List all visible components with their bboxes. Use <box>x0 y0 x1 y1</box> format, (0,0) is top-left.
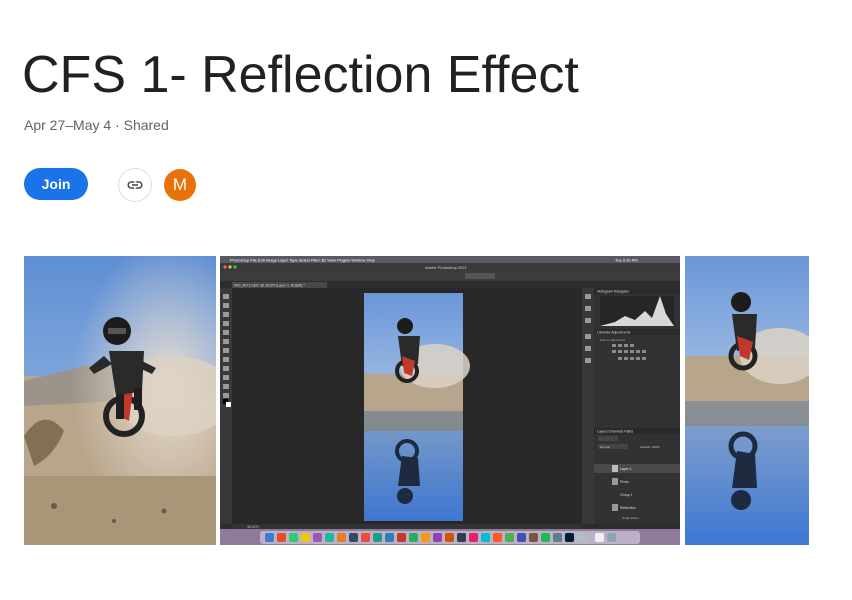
page-title: CFS 1- Reflection Effect <box>22 46 579 104</box>
svg-text:Histogram Navigator: Histogram Navigator <box>597 290 630 294</box>
svg-text:Tue 6:30 PM: Tue 6:30 PM <box>615 258 638 263</box>
attachment-image-photoshop[interactable]: Photoshop File Edit Image Layer Type Sel… <box>220 256 680 545</box>
svg-text:Add an adjustment: Add an adjustment <box>600 338 625 342</box>
svg-text:Libraries Adjustments: Libraries Adjustments <box>597 331 631 335</box>
link-icon <box>127 181 143 189</box>
svg-text:Photoshop File Edit Image: Photoshop File Edit Image Layer Type Sel… <box>230 258 376 263</box>
svg-text:Group 1: Group 1 <box>620 493 633 497</box>
svg-text:Layers Channels Paths: Layers Channels Paths <box>597 430 633 434</box>
join-button[interactable]: Join <box>24 168 88 200</box>
page-subtitle: Apr 27–May 4 · Shared <box>24 117 169 133</box>
svg-text:Adobe Photoshop 2021: Adobe Photoshop 2021 <box>425 265 468 270</box>
reflection-photo <box>685 256 809 545</box>
svg-text:Reflection: Reflection <box>620 506 636 510</box>
svg-text:Layer 1: Layer 1 <box>620 467 632 471</box>
rider-photo <box>24 256 216 545</box>
svg-text:Normal: Normal <box>600 445 610 449</box>
svg-text:Photo: Photo <box>620 480 629 484</box>
svg-text:IMG_8971.HEIC @ 36.6% (Layer 1: IMG_8971.HEIC @ 36.6% (Layer 1, RGB/8) * <box>234 284 305 288</box>
svg-text:Opacity: 100%: Opacity: 100% <box>640 445 660 449</box>
svg-text:36.62%: 36.62% <box>247 525 259 529</box>
svg-text:Smart Filters: Smart Filters <box>622 516 640 520</box>
avatar[interactable]: M <box>164 169 196 201</box>
copy-link-button[interactable] <box>118 168 152 202</box>
photoshop-screenshot: Photoshop File Edit Image Layer Type Sel… <box>220 256 680 545</box>
attachment-image-original[interactable] <box>24 256 216 545</box>
attachment-image-reflection[interactable] <box>685 256 809 545</box>
